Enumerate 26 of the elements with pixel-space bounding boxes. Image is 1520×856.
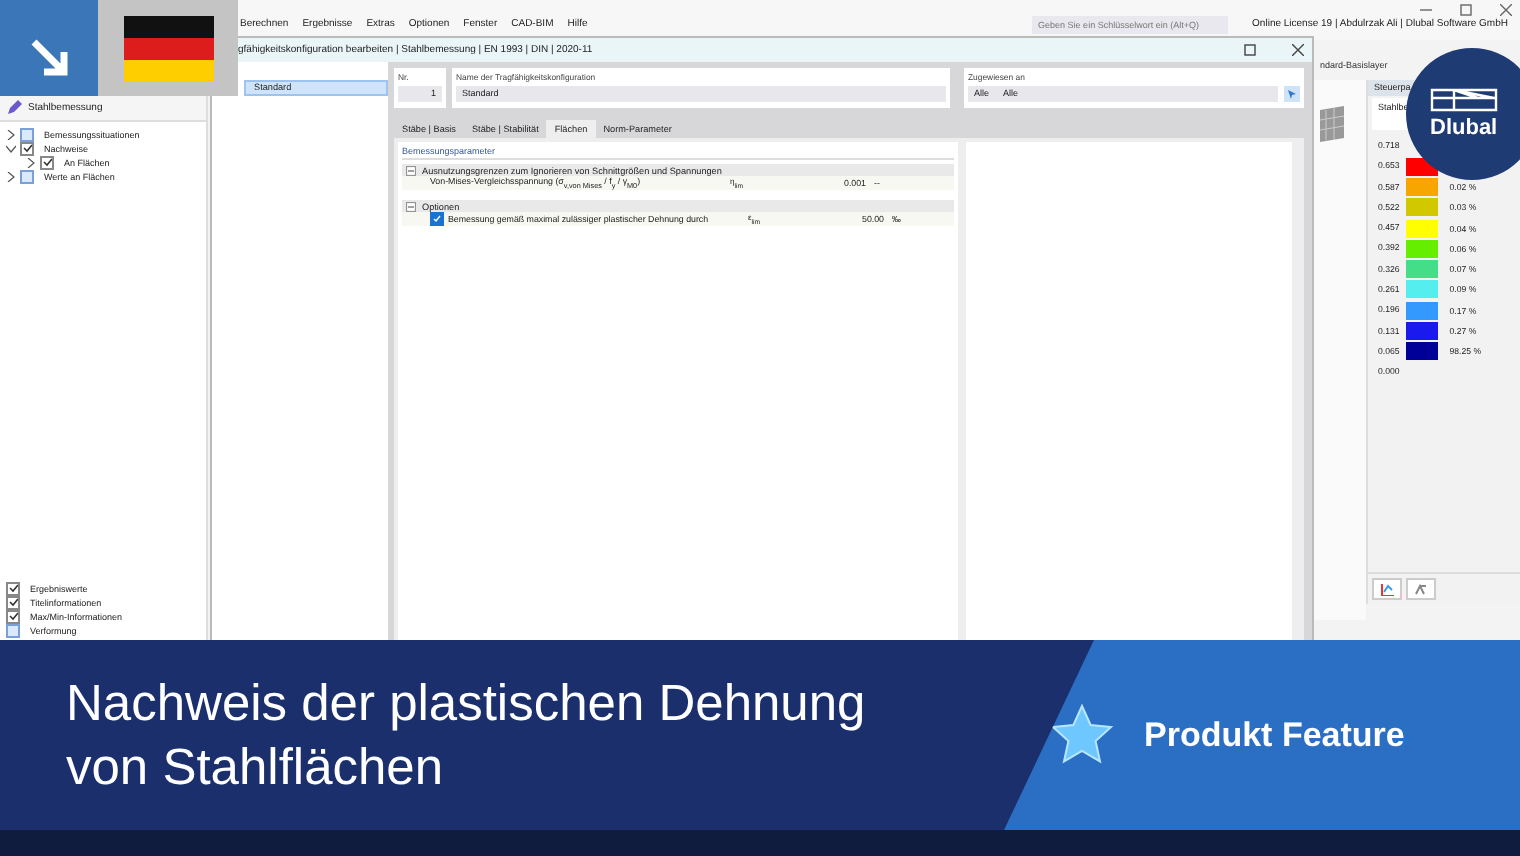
checkbox[interactable] (6, 581, 20, 595)
close-icon[interactable] (1500, 4, 1512, 16)
expand-icon[interactable] (6, 143, 16, 153)
maximize-icon[interactable] (1460, 4, 1472, 16)
collapse-icon[interactable] (406, 165, 416, 175)
expand-icon[interactable] (6, 171, 16, 181)
checkbox[interactable] (40, 155, 54, 169)
tag-text: Produkt Feature (1144, 715, 1405, 755)
legend-tab-icon[interactable] (1372, 578, 1402, 600)
minimize-icon[interactable] (1420, 4, 1432, 16)
expand-icon[interactable] (26, 157, 36, 167)
pick-icon[interactable] (1284, 86, 1300, 102)
close-icon[interactable] (1292, 44, 1304, 56)
pencil-icon (6, 100, 22, 116)
checkbox[interactable] (20, 169, 34, 183)
arrow-icon (27, 36, 71, 80)
maximize-icon[interactable] (1244, 44, 1256, 56)
star-icon (1048, 701, 1116, 769)
collapse-icon[interactable] (406, 201, 416, 211)
checkbox[interactable] (20, 127, 34, 141)
banner-title: Nachweis der plastischen Dehnung von Stahlflächen (66, 673, 868, 799)
bridge-icon (1430, 88, 1498, 112)
checkbox[interactable] (430, 212, 444, 226)
expand-icon[interactable] (6, 129, 16, 139)
flag-icon (123, 15, 213, 81)
view-cube-icon[interactable] (1318, 104, 1350, 144)
